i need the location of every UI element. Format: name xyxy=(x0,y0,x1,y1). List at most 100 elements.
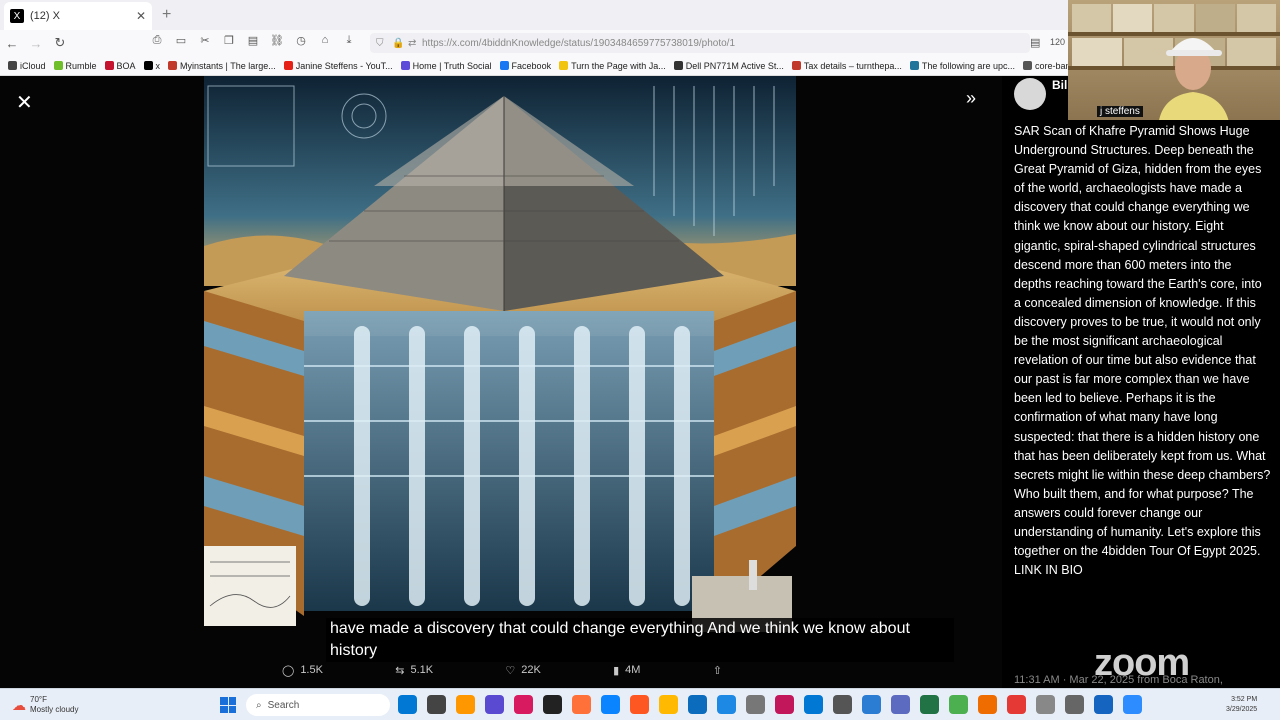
zoom-level[interactable]: 120 xyxy=(1050,37,1065,47)
like-button[interactable]: ♡ 22K xyxy=(505,660,540,680)
close-viewer-icon[interactable]: ✕ xyxy=(16,90,33,115)
taskbar-app-icon[interactable] xyxy=(485,695,504,714)
browser-tab[interactable]: X (12) X ✕ xyxy=(4,2,152,30)
bookmark-favicon-icon xyxy=(559,61,569,70)
tab-title: (12) X xyxy=(30,10,60,22)
new-tab-button[interactable]: + xyxy=(162,6,171,24)
taskbar-search[interactable]: ⌕ Search xyxy=(246,694,390,716)
expand-panel-icon[interactable]: » xyxy=(966,88,976,109)
bookmark-item[interactable]: Janine Steffens - YouT... xyxy=(283,60,393,71)
taskbar-app-icon[interactable] xyxy=(543,695,562,714)
back-icon[interactable]: ← xyxy=(0,36,24,51)
taskbar-app-icon[interactable] xyxy=(804,695,823,714)
taskbar-app-icon[interactable] xyxy=(398,695,417,714)
bookmark-label: iCloud xyxy=(20,60,46,71)
video-caption: have made a discovery that could change … xyxy=(326,618,954,662)
link-icon[interactable]: ⛓ xyxy=(270,34,284,47)
bookmark-item[interactable]: Dell PN771M Active St... xyxy=(673,61,784,71)
reader-view-icon[interactable]: ▤ xyxy=(1030,36,1040,49)
taskbar-app-icon[interactable] xyxy=(862,695,881,714)
taskbar-app-icon[interactable] xyxy=(572,695,591,714)
bookmark-item[interactable]: Turn the Page with Ja... xyxy=(559,61,666,71)
bookmark-favicon-icon xyxy=(283,61,293,70)
close-tab-icon[interactable]: ✕ xyxy=(136,9,146,23)
bookmark-item[interactable]: Facebook xyxy=(499,61,551,71)
taskbar-app-icon[interactable] xyxy=(891,695,910,714)
bookmark-favicon-icon xyxy=(499,61,509,70)
forward-icon[interactable]: → xyxy=(24,36,48,51)
views-button[interactable]: ▮ 4M xyxy=(613,660,640,680)
pinned-apps xyxy=(398,695,1142,714)
reply-button[interactable]: ◯ 1.5K xyxy=(282,660,323,680)
x-logo-icon: X xyxy=(10,9,24,23)
taskbar-app-icon[interactable] xyxy=(717,695,736,714)
bookmark-favicon-icon xyxy=(673,61,683,70)
taskbar-app-icon[interactable] xyxy=(601,695,620,714)
taskbar-app-icon[interactable] xyxy=(1007,695,1026,714)
bookmark-label: BOA xyxy=(116,60,136,71)
clipboard-icon[interactable]: ▤ xyxy=(246,34,260,47)
taskbar-app-icon[interactable] xyxy=(688,695,707,714)
download-icon[interactable]: ⤓ xyxy=(342,34,356,47)
webcam-video[interactable]: j steffens xyxy=(1068,0,1280,120)
cut-icon[interactable]: ✂ xyxy=(198,34,212,47)
bookmark-label: Myinstants | The large... xyxy=(180,60,276,71)
person-avatar xyxy=(1159,38,1229,120)
bookmark-label: Janine Steffens - YouT... xyxy=(295,60,393,71)
participant-name: j steffens xyxy=(1097,106,1143,117)
taskbar-app-icon[interactable] xyxy=(949,695,968,714)
taskbar-app-icon[interactable] xyxy=(1065,695,1084,714)
folder-icon[interactable]: ▭ xyxy=(174,34,188,47)
toolbar-icons: ⎙ ▭ ✂ ❐ ▤ ⛓ ◷ ⌂ ⤓ xyxy=(150,34,356,47)
author-name[interactable]: Bil xyxy=(1052,78,1067,92)
repost-button[interactable]: ⇆ 5.1K xyxy=(395,660,433,680)
share-button[interactable]: ⇧ xyxy=(713,660,722,680)
bookmark-item[interactable]: iCloud xyxy=(8,61,46,71)
bookmark-item[interactable]: Myinstants | The large... xyxy=(168,61,276,71)
taskbar-app-icon[interactable] xyxy=(514,695,533,714)
taskbar-app-icon[interactable] xyxy=(920,695,939,714)
shield-icon: ⛉ xyxy=(376,37,384,49)
bookmark-item[interactable]: x xyxy=(143,61,160,71)
view-count: 4M xyxy=(625,664,641,676)
taskbar-app-icon[interactable] xyxy=(630,695,649,714)
taskbar-app-icon[interactable] xyxy=(1094,695,1113,714)
taskbar-app-icon[interactable] xyxy=(456,695,475,714)
bookmark-item[interactable]: Rumble xyxy=(53,60,97,71)
home-icon[interactable]: ⌂ xyxy=(318,34,332,47)
repost-icon: ⇆ xyxy=(395,664,405,677)
weather-widget[interactable]: ☁ 70°F Mostly cloudy xyxy=(12,695,78,715)
bookmark-favicon-icon xyxy=(104,61,114,70)
history-icon[interactable]: ◷ xyxy=(294,34,308,47)
taskbar-app-icon[interactable] xyxy=(833,695,852,714)
bookmark-item[interactable]: Home | Truth Social xyxy=(400,61,492,71)
taskbar-app-icon[interactable] xyxy=(978,695,997,714)
bar-chart-icon: ▮ xyxy=(613,664,620,677)
taskbar-app-icon[interactable] xyxy=(746,695,765,714)
print-icon[interactable]: ⎙ xyxy=(150,34,164,47)
bookmark-item[interactable]: BOA xyxy=(104,60,136,71)
bookmark-item[interactable]: The following are upc... xyxy=(909,61,1015,71)
author-avatar[interactable] xyxy=(1014,78,1046,110)
reply-count: 1.5K xyxy=(300,664,323,676)
taskbar-app-icon[interactable] xyxy=(427,695,446,714)
bookmark-label: Rumble xyxy=(65,60,97,71)
taskbar-app-icon[interactable] xyxy=(659,695,678,714)
system-clock[interactable]: 3:52 PM 3/29/2025 xyxy=(1226,695,1257,715)
tweet-photo[interactable] xyxy=(204,76,796,636)
taskbar-app-icon[interactable] xyxy=(775,695,794,714)
start-button[interactable] xyxy=(220,697,236,713)
copy-icon[interactable]: ❐ xyxy=(222,34,236,47)
bookmark-label: Tax details – turnthepa... xyxy=(803,60,902,71)
reload-icon[interactable]: ↻ xyxy=(48,35,72,51)
address-bar[interactable]: ⛉ 🔒 ⇄ https://x.com/4biddnKnowledge/stat… xyxy=(370,33,1030,53)
taskbar-app-icon[interactable] xyxy=(1036,695,1055,714)
search-placeholder: Search xyxy=(267,699,300,711)
search-icon: ⌕ xyxy=(256,699,262,711)
taskbar-app-icon[interactable] xyxy=(1123,695,1142,714)
bookmark-label: core-banking-system-... xyxy=(1034,60,1068,71)
tweet-action-bar: ◯ 1.5K ⇆ 5.1K ♡ 22K ▮ 4M ⇧ xyxy=(282,660,722,680)
bookmark-item[interactable]: core-banking-system-... xyxy=(1022,60,1068,71)
bookmark-item[interactable]: Tax details – turnthepa... xyxy=(791,60,902,71)
pyramid-illustration xyxy=(204,76,796,632)
